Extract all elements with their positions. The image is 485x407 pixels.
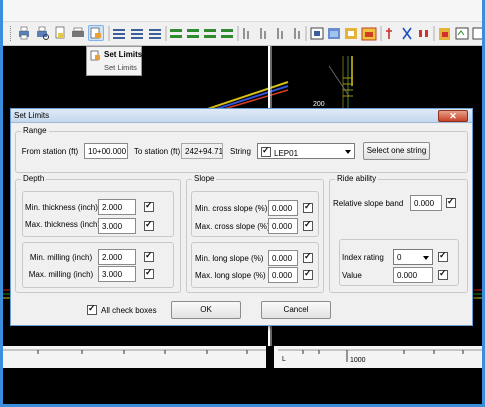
value-input[interactable]: 0.000: [393, 267, 433, 283]
string-checkbox[interactable]: [261, 145, 271, 157]
max-cross-slope-input[interactable]: 0.000: [268, 218, 298, 234]
value-label: Value: [342, 271, 362, 280]
set-limits-tooltip: Set Limits Set Limits: [86, 46, 142, 76]
value-checkbox[interactable]: [438, 268, 448, 280]
min-milling-input[interactable]: 2.000: [98, 249, 136, 265]
max-long-slope-input[interactable]: 0.000: [268, 267, 298, 283]
tooltip-description: Set Limits: [104, 63, 137, 72]
horizontal-ruler: L 1000: [3, 346, 482, 368]
lower-black-strip: [3, 368, 482, 404]
from-station-input[interactable]: 10+00.000: [84, 143, 128, 159]
toolbar-icon-strip[interactable]: [107, 25, 482, 43]
chevron-down-icon: [423, 256, 429, 260]
relative-slope-band-input[interactable]: 0.000: [410, 195, 442, 211]
toolbar-button-1[interactable]: [16, 25, 32, 41]
string-select-value: LEP01: [274, 149, 299, 158]
index-rating-label: Index rating: [342, 253, 384, 262]
cancel-button[interactable]: Cancel: [261, 301, 331, 319]
dialog-title: Set Limits: [14, 111, 50, 120]
toolbar-button-2[interactable]: [34, 25, 50, 41]
dialog-title-bar[interactable]: Set Limits ✕: [11, 109, 472, 123]
max-thickness-checkbox[interactable]: [144, 219, 154, 231]
to-station-label: To station (ft): [133, 147, 181, 156]
toolbar-button-3[interactable]: [52, 25, 68, 41]
close-button[interactable]: ✕: [438, 110, 468, 122]
max-cross-slope-checkbox[interactable]: [303, 219, 313, 231]
max-milling-checkbox[interactable]: [144, 267, 154, 279]
range-legend: Range: [21, 126, 49, 135]
toolbar-grip[interactable]: [10, 26, 12, 41]
min-thickness-checkbox[interactable]: [144, 200, 154, 212]
ruler-ticks: [3, 346, 482, 368]
toolbar-button-4[interactable]: [70, 25, 86, 41]
depth-legend: Depth: [21, 174, 47, 183]
string-label: String: [230, 147, 251, 156]
min-thickness-label: Min. thickness (inch): [25, 203, 98, 212]
max-thickness-input[interactable]: 3.000: [98, 218, 136, 234]
relative-slope-band-label: Relative slope band: [333, 199, 404, 208]
ruler-station-label: 1000: [350, 357, 366, 364]
max-milling-label: Max. milling (inch): [28, 270, 94, 279]
ride-ability-legend: Ride ability: [335, 174, 379, 183]
min-long-slope-label: Min. long slope (%): [195, 254, 264, 263]
chevron-down-icon: [345, 150, 351, 154]
set-limits-icon: [90, 27, 101, 39]
tooltip-title: Set Limits: [104, 50, 143, 59]
max-cross-slope-label: Max. cross slope (%): [195, 222, 270, 231]
to-station-input[interactable]: 242+94.71: [181, 143, 223, 159]
slope-legend: Slope: [192, 174, 217, 183]
string-select[interactable]: LEP01: [257, 143, 355, 159]
ruler-left-label: L: [282, 356, 286, 363]
from-station-label: From station (ft): [21, 147, 79, 156]
index-rating-value: 0: [397, 253, 402, 262]
print-preview-icon: [37, 26, 49, 40]
select-one-string-button[interactable]: Select one string: [363, 142, 430, 160]
window-frame-left: [0, 0, 3, 407]
menu-bar: [3, 0, 482, 22]
ok-button[interactable]: OK: [171, 301, 241, 319]
min-cross-slope-label: Min. cross slope (%): [195, 204, 268, 213]
max-milling-input[interactable]: 3.000: [98, 266, 136, 282]
min-cross-slope-input[interactable]: 0.000: [268, 200, 298, 216]
max-long-slope-checkbox[interactable]: [303, 268, 313, 280]
print-icon: [19, 26, 29, 40]
index-rating-select[interactable]: 0: [393, 249, 433, 265]
min-cross-slope-checkbox[interactable]: [303, 201, 313, 213]
all-check-boxes-checkbox[interactable]: [87, 303, 97, 315]
min-thickness-input[interactable]: 2.000: [98, 199, 136, 215]
max-thickness-label: Max. thickness (inch): [25, 220, 101, 229]
page-setup-icon: [55, 26, 65, 39]
all-check-boxes-label[interactable]: All check boxes: [101, 306, 157, 315]
set-limits-icon: [90, 50, 100, 61]
set-limits-dialog: Set Limits ✕ Range From station (ft) 10+…: [10, 108, 473, 326]
close-icon: ✕: [449, 111, 457, 121]
min-long-slope-checkbox[interactable]: [303, 251, 313, 263]
min-long-slope-input[interactable]: 0.000: [268, 250, 298, 266]
long-slope-subgroup: [191, 242, 319, 288]
max-long-slope-label: Max. long slope (%): [195, 271, 266, 280]
index-rating-checkbox[interactable]: [438, 250, 448, 262]
min-milling-label: Min. milling (inch): [29, 253, 93, 262]
set-limits-toolbar-button[interactable]: [88, 25, 104, 41]
printer-icon: [72, 27, 84, 37]
toolbar: [3, 22, 482, 46]
min-milling-checkbox[interactable]: [144, 250, 154, 262]
relative-slope-band-checkbox[interactable]: [446, 196, 456, 208]
